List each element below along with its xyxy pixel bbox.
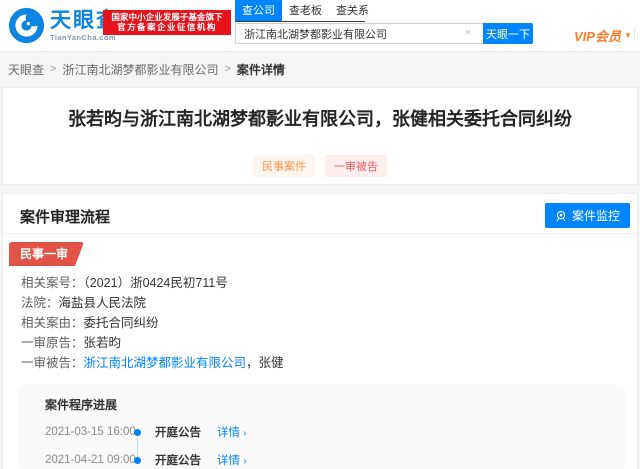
eye-logo-icon [8, 7, 45, 44]
section-title: 案件审理流程 [20, 209, 111, 226]
timeline-datetime: 2021-04-21 09:00 [45, 454, 136, 466]
detail-link[interactable]: 详情 › [217, 452, 247, 468]
breadcrumb: 天眼查 > 浙江南北湖梦都影业有限公司 > 案件详情 [0, 52, 640, 86]
tab-search-company[interactable]: 查公司 [235, 0, 282, 21]
timeline-item: 2021-04-21 09:00 开庭公告 详情 › [45, 446, 625, 469]
search-button[interactable]: 天眼一下 [483, 23, 533, 44]
case-flow-card: 案件审理流程 案件监控 民事一审 相关案号：（2021）浙0424民初711号 … [2, 193, 638, 469]
tab-civil-first-instance[interactable]: 民事一审 [9, 242, 84, 266]
tab-search-relation[interactable]: 查关系 [329, 0, 376, 21]
case-tags: 民事案件 一审被告 [3, 155, 637, 177]
breadcrumb-separator: > [50, 63, 57, 75]
timeline: 2021-03-15 16:00 开庭公告 详情 › 2021-04-21 09… [45, 418, 625, 469]
breadcrumb-company[interactable]: 浙江南北湖梦都影业有限公司 [62, 61, 218, 78]
header-divider: | [633, 27, 637, 41]
breadcrumb-separator: > [224, 63, 231, 75]
timeline-event: 开庭公告 [155, 427, 201, 439]
detail-link[interactable]: 详情 › [217, 424, 247, 440]
tab-search-boss[interactable]: 查老板 [282, 0, 329, 21]
chevron-right-icon: › [243, 456, 247, 467]
case-monitor-button[interactable]: 案件监控 [544, 203, 630, 228]
breadcrumb-home[interactable]: 天眼查 [8, 61, 44, 78]
case-title-card: 张若昀与浙江南北湖梦都影业有限公司，张健相关委托合同纠纷 民事案件 一审被告 [2, 87, 638, 185]
page-title: 张若昀与浙江南北湖梦都影业有限公司，张健相关委托合同纠纷 [68, 109, 572, 129]
section-header: 案件审理流程 案件监控 [3, 194, 637, 234]
tag-first-instance-defendant: 一审被告 [325, 155, 387, 177]
tag-civil-case: 民事案件 [253, 155, 315, 177]
clear-icon[interactable]: × [465, 27, 471, 39]
monitor-button-label: 案件监控 [571, 209, 620, 223]
breadcrumb-current: 案件详情 [236, 62, 285, 77]
search-input[interactable] [235, 23, 483, 44]
timeline-dot-icon [133, 428, 141, 457]
search-tabs: 查公司 查老板 查关系 [235, 0, 369, 22]
header: 天眼查 TianYanCha.com 国家中小企业发展子基金旗下 官方备案企业征… [0, 0, 640, 52]
field-defendant: 一审被告：浙江南北湖梦都影业有限公司，张健 [21, 356, 284, 370]
monitor-icon [556, 210, 566, 221]
vip-label: VIP会员 [574, 29, 621, 44]
chevron-right-icon: › [243, 428, 247, 439]
badge-line2: 官方备案企业征信机构 [117, 22, 217, 32]
timeline-event: 开庭公告 [155, 455, 201, 467]
timeline-datetime: 2021-03-15 16:00 [45, 426, 136, 438]
field-plaintiff: 一审原告：张若昀 [21, 336, 122, 350]
case-progress-box: 案件程序进展 2021-03-15 16:00 开庭公告 详情 › 2021-0… [19, 385, 625, 469]
field-cause: 相关案由：委托合同纠纷 [21, 316, 159, 330]
badge-line1: 国家中小企业发展子基金旗下 [111, 12, 223, 22]
timeline-item: 2021-03-15 16:00 开庭公告 详情 › [45, 418, 625, 457]
official-credit-badge: 国家中小企业发展子基金旗下 官方备案企业征信机构 [103, 10, 231, 35]
vip-member-link[interactable]: VIP会员 ▼ [574, 26, 632, 45]
field-case-number: 相关案号：（2021）浙0424民初711号 [21, 276, 228, 290]
caret-down-icon: ▼ [623, 31, 632, 40]
company-link[interactable]: 浙江南北湖梦都影业有限公司 [84, 356, 247, 370]
search-area: 查公司 查老板 查关系 × 天眼一下 [235, 0, 533, 44]
timeline-dot-icon [133, 456, 141, 464]
field-court: 法院：海盐县人民法院 [21, 296, 147, 310]
case-fields: 相关案号：（2021）浙0424民初711号 法院：海盐县人民法院 相关案由：委… [21, 273, 637, 373]
progress-title: 案件程序进展 [45, 398, 118, 412]
